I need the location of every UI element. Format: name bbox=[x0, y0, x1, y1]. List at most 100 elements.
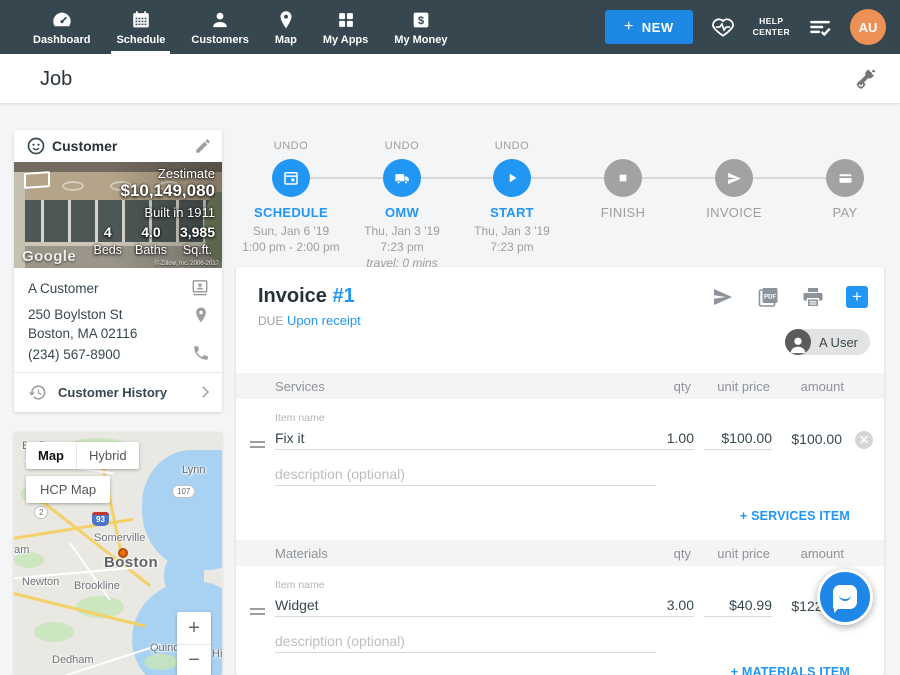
heart-pulse-icon[interactable] bbox=[710, 14, 736, 40]
undo-omw-button[interactable]: UNDO bbox=[342, 140, 462, 152]
pay-step-button[interactable] bbox=[826, 159, 864, 197]
property-stats: 4 4.0 3,985 Beds Baths Sq.ft. bbox=[93, 224, 215, 257]
street-view-photo[interactable]: Zestimate $10,149,080 Built in 1911 4 4.… bbox=[14, 162, 222, 268]
nav-item-label: Customers bbox=[191, 34, 248, 46]
customer-history-row[interactable]: Customer History bbox=[14, 372, 222, 412]
service-item-description-input[interactable] bbox=[275, 463, 656, 486]
start-date: Thu, Jan 3 '19 bbox=[442, 223, 582, 239]
map-pin-icon bbox=[275, 9, 297, 31]
map-label-lynn: Lynn bbox=[182, 464, 205, 476]
credit-card-icon bbox=[837, 170, 854, 187]
location-pin-icon[interactable] bbox=[192, 306, 210, 324]
baths-label: Baths bbox=[135, 243, 167, 257]
route-badge-107: 107 bbox=[172, 485, 195, 498]
schedule-step-button[interactable] bbox=[272, 159, 310, 197]
history-icon bbox=[28, 383, 47, 402]
material-item-row: Item name $122.97 bbox=[236, 572, 884, 670]
street-view-frame-icon bbox=[24, 171, 50, 189]
play-icon bbox=[503, 169, 521, 187]
nav-item-schedule[interactable]: Schedule bbox=[103, 0, 178, 54]
nav-item-label: My Apps bbox=[323, 34, 368, 46]
zoom-in-button[interactable]: + bbox=[177, 612, 211, 644]
map-label-somerville: Somerville bbox=[94, 532, 145, 544]
chat-widget-button[interactable] bbox=[817, 569, 873, 625]
drag-handle-icon[interactable] bbox=[250, 608, 265, 618]
sqft-value: 3,985 bbox=[180, 224, 215, 240]
material-item-name-input[interactable] bbox=[275, 594, 656, 617]
add-services-item-link[interactable]: + SERVICES ITEM bbox=[740, 509, 850, 523]
nav-item-dashboard[interactable]: Dashboard bbox=[20, 0, 103, 54]
omw-step-button[interactable] bbox=[383, 159, 421, 197]
send-icon bbox=[726, 170, 743, 187]
address-line1: 250 Boylston St bbox=[28, 305, 137, 324]
invoice-step-button[interactable] bbox=[715, 159, 753, 197]
qty-column-header: qty bbox=[621, 379, 691, 394]
finish-step-button[interactable] bbox=[604, 159, 642, 197]
user-avatar[interactable]: AU bbox=[850, 9, 886, 45]
map-label-hingham: Hi bbox=[212, 648, 222, 660]
material-item-description-input[interactable] bbox=[275, 630, 656, 653]
svg-text:PDF: PDF bbox=[764, 295, 776, 301]
invoice-number: #1 bbox=[332, 285, 354, 307]
map-panel[interactable]: Burlington Lynn 107 2 93 Somerville ham … bbox=[14, 432, 222, 675]
phone-icon[interactable] bbox=[192, 344, 210, 362]
customer-address: 250 Boylston St Boston, MA 02116 bbox=[28, 305, 137, 343]
start-step-label: START bbox=[452, 205, 572, 220]
drag-handle-icon[interactable] bbox=[250, 441, 265, 451]
print-icon[interactable] bbox=[801, 285, 825, 309]
add-invoice-button[interactable]: + bbox=[846, 286, 868, 308]
invoice-title-text: Invoice bbox=[258, 285, 327, 307]
invoice-title: Invoice #1 bbox=[258, 285, 355, 308]
service-item-row: Item name $100.00 ✕ bbox=[236, 405, 884, 503]
pdf-icon[interactable]: PDF bbox=[756, 285, 780, 309]
services-section-title: Services bbox=[275, 379, 325, 394]
nav-item-map[interactable]: Map bbox=[262, 0, 310, 54]
customer-face-icon bbox=[26, 136, 46, 156]
hcp-map-button[interactable]: HCP Map bbox=[26, 476, 110, 503]
job-tools-icon[interactable] bbox=[854, 67, 878, 91]
undo-start-button[interactable]: UNDO bbox=[452, 140, 572, 152]
built-year: Built in 1911 bbox=[144, 205, 215, 220]
service-item-qty-input[interactable] bbox=[626, 427, 694, 450]
svg-text:$: $ bbox=[418, 15, 424, 27]
baths-value: 4.0 bbox=[141, 224, 160, 240]
customer-phone: (234) 567-8900 bbox=[28, 347, 120, 362]
send-invoice-icon[interactable] bbox=[711, 285, 735, 309]
nav-item-my-apps[interactable]: My Apps bbox=[310, 0, 381, 54]
undo-schedule-button[interactable]: UNDO bbox=[231, 140, 351, 152]
map-type-hybrid-button[interactable]: Hybrid bbox=[76, 442, 139, 469]
customer-card: Customer Zestimate $10,149,080 Built in … bbox=[14, 130, 222, 412]
contact-card-icon[interactable] bbox=[190, 278, 210, 298]
edit-pencil-icon[interactable] bbox=[194, 137, 212, 155]
materials-section-header: Materials qty unit price amount bbox=[236, 540, 884, 566]
nav-item-label: Map bbox=[275, 34, 297, 46]
assignee-name: A User bbox=[819, 335, 858, 350]
material-item-qty-input[interactable] bbox=[626, 594, 694, 617]
new-button[interactable]: + NEW bbox=[605, 10, 693, 44]
start-step-button[interactable] bbox=[493, 159, 531, 197]
assignee-chip[interactable]: A User bbox=[785, 329, 870, 355]
money-icon: $ bbox=[410, 9, 432, 31]
top-nav: Dashboard Schedule Customers Map My Apps… bbox=[0, 0, 900, 54]
customer-name: A Customer bbox=[28, 281, 99, 296]
remove-service-item-button[interactable]: ✕ bbox=[855, 431, 873, 449]
nav-item-my-money[interactable]: $ My Money bbox=[381, 0, 460, 54]
zoom-out-button[interactable]: − bbox=[177, 644, 211, 675]
due-value-link[interactable]: Upon receipt bbox=[287, 313, 361, 328]
add-materials-item-link[interactable]: + MATERIALS ITEM bbox=[731, 665, 850, 675]
map-label-brookline: Brookline bbox=[74, 580, 120, 592]
nav-items: Dashboard Schedule Customers Map My Apps… bbox=[0, 0, 460, 54]
service-item-amount: $100.00 bbox=[752, 431, 842, 447]
zestimate-label: Zestimate bbox=[158, 166, 215, 181]
calendar-icon bbox=[282, 169, 300, 187]
invoice-due: DUE Upon receipt bbox=[258, 313, 361, 328]
item-name-label: Item name bbox=[275, 579, 325, 591]
amount-column-header: amount bbox=[764, 379, 844, 394]
zestimate-value: $10,149,080 bbox=[120, 181, 215, 201]
service-item-name-input[interactable] bbox=[275, 427, 656, 450]
help-center-button[interactable]: HELP CENTER bbox=[753, 16, 790, 37]
pay-step-label: PAY bbox=[785, 205, 900, 220]
map-type-map-button[interactable]: Map bbox=[26, 442, 76, 469]
nav-item-customers[interactable]: Customers bbox=[178, 0, 261, 54]
task-list-icon[interactable] bbox=[807, 14, 833, 40]
